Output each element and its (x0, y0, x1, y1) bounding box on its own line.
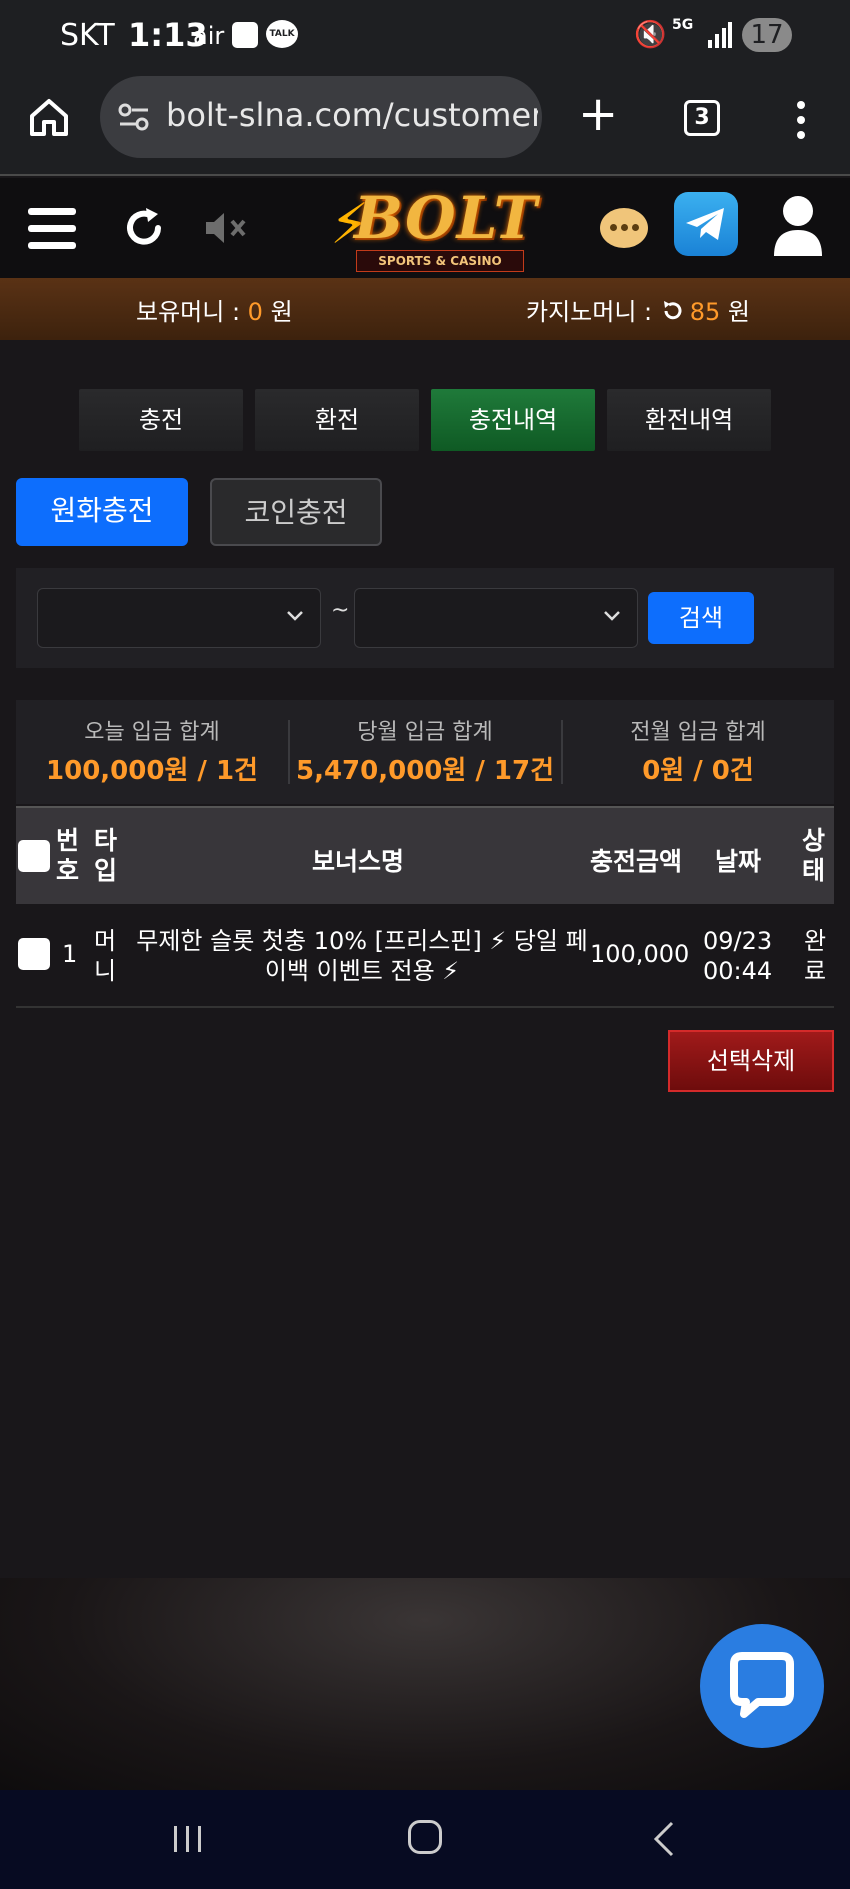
back-icon[interactable] (650, 1820, 676, 1858)
logo-text: BOLT (354, 184, 538, 252)
col-bonus-name: 보너스명 (312, 847, 405, 876)
money-value: 0 (247, 298, 263, 326)
site-settings-icon[interactable] (118, 102, 150, 132)
money-unit: 원 (262, 298, 293, 326)
table-header: 번 호 타 입 보너스명 충전금액 날짜 상 태 (16, 806, 834, 904)
row-type-line2: 니 (94, 957, 117, 985)
mute-icon: 🔇 (634, 20, 667, 50)
row-date: 09/23 00:44 (703, 926, 772, 986)
row-status-line2: 료 (804, 957, 827, 985)
site-header: ⚡ BOLT SPORTS & CASINO (0, 178, 850, 278)
row-number: 1 (62, 940, 78, 968)
bonus-name-line2: 이백 이벤트 전용 ⚡ (264, 957, 460, 985)
delete-selected-button[interactable]: 선택삭제 (668, 1030, 834, 1092)
summary-last-month: 전월 입금 합계 0원 / 0건 (562, 714, 834, 787)
deposit-summary: 오늘 입금 합계 100,000원 / 1건 당월 입금 합계 5,470,00… (16, 700, 834, 804)
col-type-line1: 타 (94, 826, 118, 855)
refresh-balance-icon[interactable] (660, 299, 684, 323)
start-date-select[interactable] (37, 588, 321, 648)
casino-unit: 원 (720, 298, 751, 326)
chat-bubble-icon[interactable] (600, 208, 648, 248)
summary-label: 당월 입금 합계 (357, 720, 493, 745)
summary-value: 0원 / 0건 (642, 756, 754, 786)
search-button[interactable]: 검색 (648, 592, 754, 644)
url-text[interactable]: bolt-slna.com/customer/ (166, 96, 538, 134)
summary-label: 오늘 입금 합계 (84, 720, 220, 745)
date-separator: ~ (331, 598, 350, 623)
casino-value: 85 (689, 298, 721, 326)
row-date-day: 09/23 (703, 927, 773, 955)
summary-value: 100,000원 / 1건 (46, 756, 258, 786)
col-status-line2: 태 (802, 856, 826, 885)
casino-label: 카지노머니 : (526, 298, 660, 326)
kakaotalk-icon: TALK (266, 20, 298, 48)
new-tab-icon[interactable]: + (578, 88, 618, 140)
logo-tagline: SPORTS & CASINO (356, 250, 524, 272)
summary-today: 오늘 입금 합계 100,000원 / 1건 (16, 714, 288, 787)
site-logo[interactable]: ⚡ BOLT SPORTS & CASINO (326, 182, 537, 276)
browser-toolbar: bolt-slna.com/customer/ + 3 (0, 72, 850, 176)
tab-withdraw[interactable]: 환전 (255, 389, 419, 451)
chevron-down-icon (287, 611, 303, 621)
chevron-down-icon (604, 611, 620, 621)
carrier-label: SKT (60, 18, 115, 53)
balance-bar: 보유머니 : 0 원 카지노머니 : 85 원 (0, 278, 850, 340)
network-5g-icon: 5G (672, 17, 694, 33)
summary-value: 5,470,000원 / 17건 (295, 756, 554, 786)
col-date: 날짜 (715, 847, 762, 876)
col-number-line2: 호 (56, 856, 80, 885)
user-icon[interactable] (772, 194, 824, 260)
row-bonus-name: 무제한 슬롯 첫충 10% [프리스핀] ⚡ 당일 페 이백 이벤트 전용 ⚡ (128, 926, 596, 986)
col-amount: 충전금액 (590, 847, 683, 876)
subtab-krw-deposit[interactable]: 원화충전 (16, 478, 188, 546)
menu-icon[interactable] (28, 208, 76, 250)
nav-home-icon[interactable] (408, 1820, 442, 1854)
system-nav-bar (0, 1790, 850, 1889)
col-number: 번 호 (56, 826, 79, 886)
refresh-icon[interactable] (120, 204, 168, 252)
col-number-line1: 번 (56, 826, 80, 855)
tab-deposit-history[interactable]: 충전내역 (431, 389, 595, 451)
air-label: air (193, 22, 225, 50)
tab-switcher-icon[interactable]: 3 (684, 100, 720, 136)
row-status-line1: 완 (804, 927, 827, 955)
chat-icon (730, 1652, 794, 1718)
telegram-icon[interactable] (674, 192, 738, 256)
table-row: 1 머 니 무제한 슬롯 첫충 10% [프리스핀] ⚡ 당일 페 이백 이벤트… (16, 904, 834, 1008)
row-date-time: 00:44 (703, 957, 773, 985)
address-bar[interactable]: bolt-slna.com/customer/ (100, 76, 542, 158)
bonus-name-line1: 무제한 슬롯 첫충 10% [프리스핀] ⚡ 당일 페 (136, 927, 588, 955)
date-filter: ~ 검색 (16, 568, 834, 668)
tab-deposit[interactable]: 충전 (79, 389, 243, 451)
live-chat-button[interactable] (700, 1624, 824, 1748)
money-balance: 보유머니 : 0 원 (136, 292, 293, 327)
col-status: 상 태 (802, 826, 825, 886)
row-status: 완 료 (804, 926, 826, 986)
summary-this-month: 당월 입금 합계 5,470,000원 / 17건 (289, 714, 561, 787)
row-type-line1: 머 (94, 927, 117, 955)
col-type-line2: 입 (94, 856, 118, 885)
select-all-checkbox[interactable] (18, 840, 50, 872)
status-bar: SKT 1:13 air TALK 🔇 5G 17 (0, 0, 850, 72)
battery-icon: 17 (742, 18, 792, 52)
summary-label: 전월 입금 합계 (630, 720, 766, 745)
casino-balance: 카지노머니 : 85 원 (526, 292, 750, 327)
row-type: 머 니 (94, 926, 116, 986)
col-status-line1: 상 (802, 826, 826, 855)
home-icon[interactable] (28, 96, 70, 138)
sound-off-icon[interactable] (204, 210, 250, 246)
subtab-coin-deposit[interactable]: 코인충전 (210, 478, 382, 546)
more-menu-icon[interactable] (794, 100, 808, 140)
money-label: 보유머니 : (136, 298, 248, 326)
signal-icon (708, 22, 732, 48)
notes-app-icon (232, 22, 258, 48)
tab-withdraw-history[interactable]: 환전내역 (607, 389, 771, 451)
row-amount: 100,000 (590, 940, 690, 968)
col-type: 타 입 (94, 826, 117, 886)
row-checkbox[interactable] (18, 938, 50, 970)
recent-apps-icon[interactable] (172, 1824, 204, 1854)
end-date-select[interactable] (354, 588, 638, 648)
